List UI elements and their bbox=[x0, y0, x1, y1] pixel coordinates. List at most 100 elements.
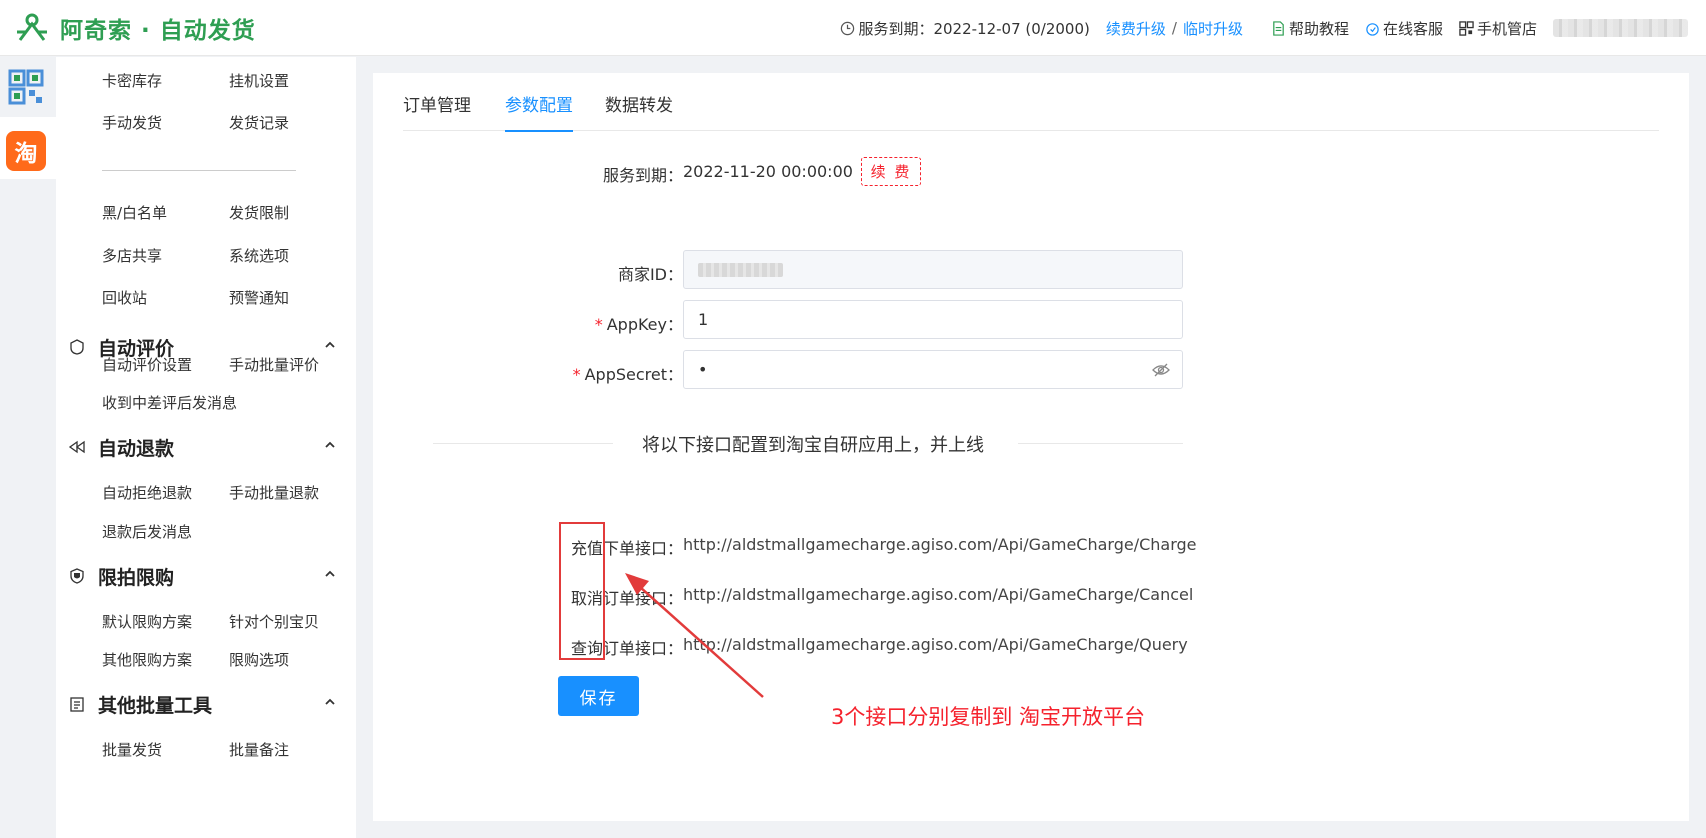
menu-item[interactable]: 回收站 bbox=[102, 287, 229, 308]
tab-data-forward[interactable]: 数据转发 bbox=[605, 91, 673, 130]
service-expiry-label: 服务到期： bbox=[602, 166, 683, 185]
online-service-label: 在线客服 bbox=[1382, 19, 1443, 38]
temp-upgrade-link[interactable]: 临时升级 bbox=[1183, 18, 1243, 39]
menu-item[interactable]: 黑/白名单 bbox=[102, 202, 229, 223]
menu-divider bbox=[102, 170, 296, 171]
chevron-up-icon bbox=[325, 698, 335, 705]
menu-item[interactable]: 挂机设置 bbox=[229, 70, 356, 91]
user-account-blurred[interactable] bbox=[1553, 19, 1688, 37]
upgrade-links: 续费升级 / 临时升级 bbox=[1106, 18, 1243, 39]
menu-item[interactable]: 其他限购方案 bbox=[102, 649, 229, 670]
menu-row: 黑/白名单 发货限制 bbox=[102, 202, 356, 223]
shield-icon bbox=[70, 568, 84, 584]
appkey-label: * AppKey： bbox=[523, 311, 683, 335]
required-mark: * bbox=[594, 315, 603, 334]
annotation-text: 3个接口分别复制到 淘宝开放平台 bbox=[831, 705, 1146, 729]
menu-row: 自动评价设置 手动批量评价 bbox=[102, 354, 356, 375]
group-title: 其他批量工具 bbox=[98, 694, 213, 717]
renew-button[interactable]: 续 费 bbox=[861, 157, 921, 186]
chevron-up-icon bbox=[325, 441, 335, 448]
appkey-value: 1 bbox=[698, 310, 709, 329]
brand-name: 阿奇索 · 自动发货 bbox=[60, 18, 256, 44]
menu-item[interactable]: 收到中差评后发消息 bbox=[102, 392, 302, 413]
tab-order-management[interactable]: 订单管理 bbox=[403, 91, 471, 130]
menu-item[interactable]: 自动评价设置 bbox=[102, 354, 229, 375]
renew-upgrade-link[interactable]: 续费升级 bbox=[1106, 18, 1166, 39]
menu-item[interactable]: 手动批量退款 bbox=[229, 482, 356, 503]
eye-hidden-icon[interactable] bbox=[1152, 362, 1170, 378]
save-button[interactable]: 保存 bbox=[558, 676, 639, 716]
brand-logo[interactable]: 阿奇索 · 自动发货 bbox=[14, 10, 256, 46]
menu-item[interactable]: 默认限购方案 bbox=[102, 611, 229, 632]
divider-line-right bbox=[1018, 443, 1183, 444]
page-scrollbar[interactable] bbox=[1692, 57, 1706, 838]
menu-row: 手动发货 发货记录 bbox=[102, 112, 356, 133]
menu-item[interactable]: 发货限制 bbox=[229, 202, 356, 223]
api-url-query[interactable]: http://aldstmallgamecharge.agiso.com/Api… bbox=[683, 635, 1188, 654]
menu-item[interactable]: 限购选项 bbox=[229, 649, 356, 670]
top-bar: 阿奇索 · 自动发货 服务到期：2022-12-07 (0/2000) 续费升级… bbox=[0, 0, 1706, 56]
chevron-up-icon bbox=[325, 341, 335, 348]
appsecret-input[interactable]: • bbox=[683, 350, 1183, 389]
required-mark: * bbox=[572, 365, 581, 384]
merchant-id-blurred bbox=[698, 262, 783, 277]
menu-item[interactable]: 卡密库存 bbox=[102, 70, 229, 91]
menu-item[interactable]: 针对个别宝贝 bbox=[229, 611, 356, 632]
clock-icon bbox=[841, 21, 855, 35]
app-slot-taobao[interactable]: 淘 bbox=[0, 117, 56, 179]
menu-item[interactable]: 手动发货 bbox=[102, 112, 229, 133]
menu-item[interactable]: 手动批量评价 bbox=[229, 354, 356, 375]
menu-item[interactable]: 退款后发消息 bbox=[102, 521, 229, 542]
group-title: 自动退款 bbox=[98, 437, 175, 460]
menu-row: 回收站 预警通知 bbox=[102, 287, 356, 308]
menu-row: 多店共享 系统选项 bbox=[102, 245, 356, 266]
menu-item[interactable]: 批量备注 bbox=[229, 739, 356, 760]
online-service-link[interactable]: 在线客服 bbox=[1365, 18, 1443, 39]
menu-item[interactable]: 系统选项 bbox=[229, 245, 356, 266]
api-url-charge[interactable]: http://aldstmallgamecharge.agiso.com/Api… bbox=[683, 535, 1197, 554]
menu-group-auto-refund[interactable]: 自动退款 bbox=[68, 433, 344, 461]
service-expiry: 服务到期：2022-12-07 (0/2000) bbox=[840, 18, 1090, 39]
merchant-id-label: 商家ID： bbox=[617, 265, 683, 284]
mobile-shop-label: 手机管店 bbox=[1476, 19, 1537, 38]
mobile-shop-link[interactable]: 手机管店 bbox=[1459, 18, 1537, 39]
app-icon-bar: 淘 bbox=[0, 57, 56, 838]
help-link[interactable]: 帮助教程 bbox=[1271, 18, 1349, 39]
appsecret-label: * AppSecret： bbox=[523, 361, 683, 385]
menu-row: 自动拒绝退款 手动批量退款 bbox=[102, 482, 356, 503]
logo-icon bbox=[17, 13, 47, 41]
menu-item[interactable]: 发货记录 bbox=[229, 112, 356, 133]
menu-row: 其他限购方案 限购选项 bbox=[102, 649, 356, 670]
section-divider-text: 将以下接口配置到淘宝自研应用上，并上线 bbox=[642, 435, 984, 456]
qrcode-icon bbox=[1459, 20, 1474, 36]
menu-group-purchase-limit[interactable]: 限拍限购 bbox=[68, 562, 344, 590]
menu-item[interactable]: 多店共享 bbox=[102, 245, 229, 266]
highlight-box bbox=[559, 522, 605, 660]
menu-row: 默认限购方案 针对个别宝贝 bbox=[102, 611, 356, 632]
tab-parameter-config[interactable]: 参数配置 bbox=[505, 91, 573, 132]
headset-icon bbox=[1366, 22, 1379, 36]
document-icon bbox=[1273, 20, 1284, 36]
menu-group-batch-tools[interactable]: 其他批量工具 bbox=[68, 690, 344, 718]
service-expiry-value: 2022-11-20 00:00:00 bbox=[683, 162, 853, 181]
top-right-nav: 服务到期：2022-12-07 (0/2000) 续费升级 / 临时升级 帮助教… bbox=[824, 0, 1688, 56]
menu-item[interactable]: 批量发货 bbox=[102, 739, 229, 760]
appkey-input[interactable]: 1 bbox=[683, 300, 1183, 339]
clipboard-icon bbox=[70, 697, 84, 712]
taobao-icon: 淘 bbox=[6, 131, 46, 171]
menu-item[interactable]: 预警通知 bbox=[229, 287, 356, 308]
app-slot-1[interactable] bbox=[0, 57, 56, 117]
menu-row: 卡密库存 挂机设置 bbox=[102, 70, 356, 91]
api-url-cancel[interactable]: http://aldstmallgamecharge.agiso.com/Api… bbox=[683, 585, 1193, 604]
group-title: 限拍限购 bbox=[98, 566, 175, 589]
chevron-up-icon bbox=[325, 570, 335, 577]
sidebar-menu: 卡密库存 挂机设置 手动发货 发货记录 黑/白名单 发货限制 多店共享 系统选项… bbox=[56, 57, 356, 838]
menu-item[interactable]: 自动拒绝退款 bbox=[102, 482, 229, 503]
link-separator: / bbox=[1171, 19, 1177, 37]
menu-row: 批量发货 批量备注 bbox=[102, 739, 356, 760]
merchant-id-field bbox=[683, 250, 1183, 289]
help-label: 帮助教程 bbox=[1288, 19, 1349, 38]
appsecret-label-text: AppSecret： bbox=[584, 365, 683, 384]
tab-bar: 订单管理 参数配置 数据转发 bbox=[403, 73, 1659, 132]
menu-row: 退款后发消息 bbox=[102, 521, 229, 542]
